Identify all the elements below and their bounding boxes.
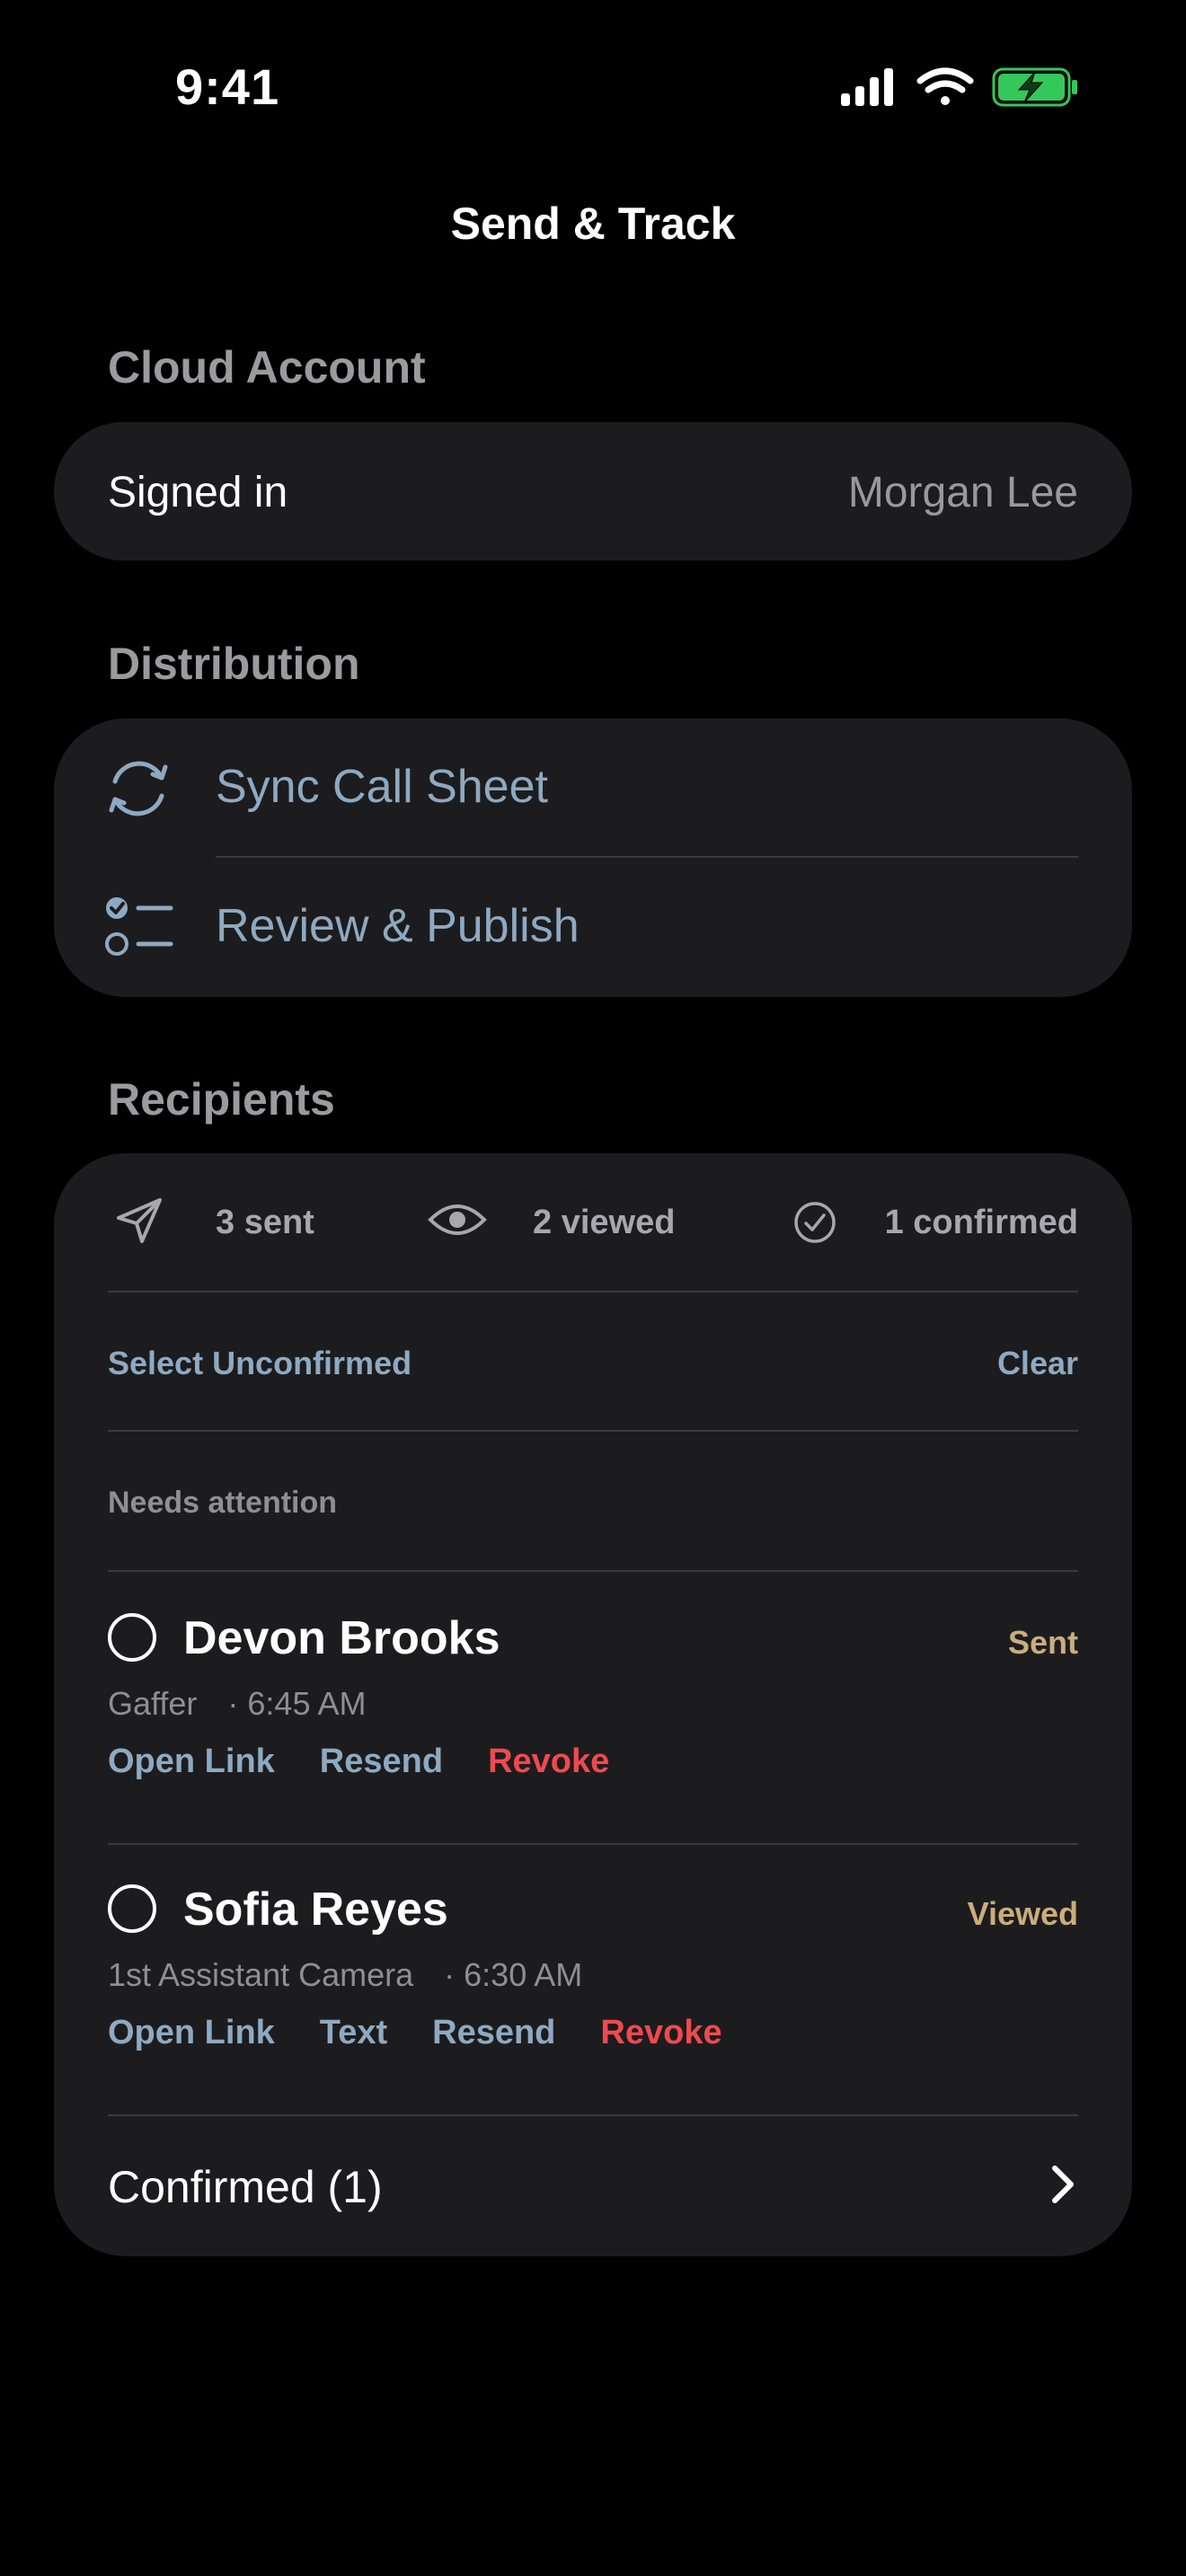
select-radio[interactable] bbox=[108, 1884, 156, 1933]
status-badge: Sent bbox=[1007, 1624, 1078, 1661]
confirmed-row[interactable]: Confirmed (1) bbox=[54, 2116, 1132, 2256]
recipient-actions: Open Link Text Resend Revoke bbox=[108, 2014, 722, 2052]
distribution-header: Distribution bbox=[108, 639, 360, 689]
clear-button[interactable]: Clear bbox=[997, 1345, 1078, 1382]
chevron-right-icon bbox=[1052, 2166, 1074, 2203]
checklist-icon bbox=[105, 897, 173, 956]
confirmed-count: 1 confirmed bbox=[884, 1204, 1078, 1241]
paper-plane-icon bbox=[117, 1198, 162, 1243]
status-bar: 9:41 bbox=[0, 0, 1186, 171]
recipients-header: Recipients bbox=[108, 1074, 335, 1125]
cloud-account-header: Cloud Account bbox=[108, 342, 426, 393]
sync-call-sheet-label: Sync Call Sheet bbox=[216, 761, 548, 813]
viewed-count: 2 viewed bbox=[533, 1204, 676, 1241]
needs-attention-label: Needs attention bbox=[108, 1486, 338, 1520]
cellular-signal-icon bbox=[841, 68, 893, 106]
battery-charging-icon bbox=[992, 67, 1077, 107]
status-badge: Viewed bbox=[967, 1895, 1078, 1932]
recipient-actions: Open Link Resend Revoke bbox=[108, 1742, 609, 1781]
recipient-row: Sofia Reyes Viewed 1st Assistant Camera … bbox=[54, 1845, 1132, 2114]
status-icons bbox=[839, 66, 1082, 114]
recipient-meta: Gaffer · 6:45 AM bbox=[108, 1685, 366, 1723]
recipients-card: 3 sent 2 viewed 1 confirmed Select Uncon… bbox=[54, 1153, 1132, 2256]
recipient-role: Gaffer bbox=[108, 1685, 198, 1722]
divider bbox=[108, 1430, 1078, 1432]
resend-button[interactable]: Resend bbox=[432, 2014, 555, 2052]
review-publish-row[interactable]: Review & Publish bbox=[54, 858, 1132, 997]
revoke-button[interactable]: Revoke bbox=[600, 2014, 721, 2052]
recipient-name: Sofia Reyes bbox=[183, 1883, 448, 1936]
recipient-role: 1st Assistant Camera bbox=[108, 1956, 414, 1993]
text-button[interactable]: Text bbox=[320, 2014, 387, 2052]
revoke-button[interactable]: Revoke bbox=[488, 1742, 609, 1781]
status-time: 9:41 bbox=[175, 58, 280, 115]
recipient-time: · 6:30 AM bbox=[444, 1956, 583, 1993]
distribution-card: Sync Call Sheet Review & Publish bbox=[54, 719, 1132, 997]
sent-count: 3 sent bbox=[216, 1204, 314, 1241]
select-radio[interactable] bbox=[108, 1613, 156, 1662]
page-title: Send & Track bbox=[450, 198, 736, 249]
open-link-button[interactable]: Open Link bbox=[108, 1742, 275, 1781]
confirmed-row-label: Confirmed (1) bbox=[108, 2162, 383, 2212]
review-publish-label: Review & Publish bbox=[216, 900, 580, 952]
signed-in-label: Signed in bbox=[108, 469, 288, 516]
eye-icon bbox=[428, 1204, 487, 1235]
signed-in-row[interactable]: Signed in Morgan Lee bbox=[54, 422, 1132, 560]
signed-in-user: Morgan Lee bbox=[847, 469, 1078, 516]
recipient-time: · 6:45 AM bbox=[227, 1685, 367, 1722]
recipient-name: Devon Brooks bbox=[183, 1612, 500, 1664]
open-link-button[interactable]: Open Link bbox=[108, 2014, 275, 2052]
resend-button[interactable]: Resend bbox=[320, 1742, 443, 1781]
checkmark-circle-icon bbox=[794, 1202, 836, 1243]
recipient-row: Devon Brooks Sent Gaffer · 6:45 AM Open … bbox=[54, 1572, 1132, 1843]
divider bbox=[108, 1291, 1078, 1292]
sync-call-sheet-row[interactable]: Sync Call Sheet bbox=[54, 719, 1132, 858]
select-unconfirmed-button[interactable]: Select Unconfirmed bbox=[108, 1345, 412, 1382]
sync-icon bbox=[109, 761, 168, 816]
wifi-icon bbox=[916, 67, 974, 105]
recipient-meta: 1st Assistant Camera · 6:30 AM bbox=[108, 1956, 582, 1994]
